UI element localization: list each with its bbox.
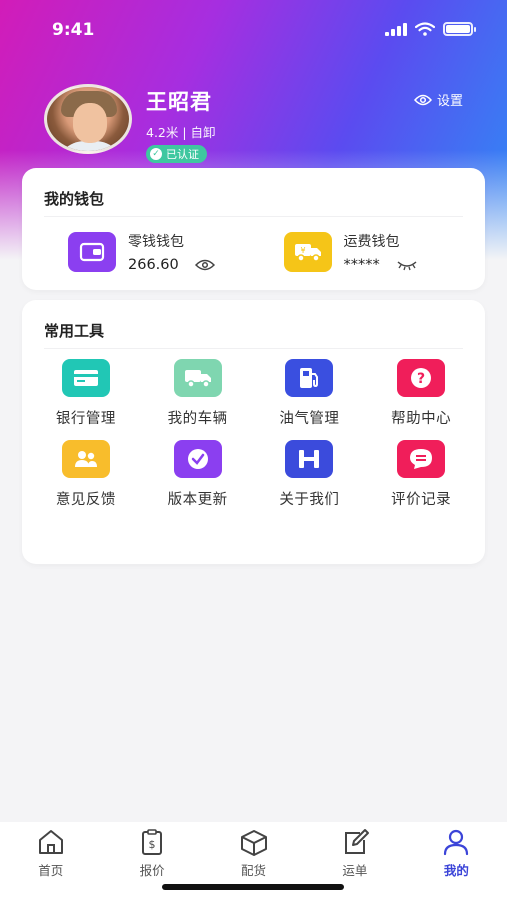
tool-label: 帮助中心 bbox=[391, 411, 452, 427]
svg-text:$: $ bbox=[149, 838, 156, 851]
truck-icon: ¥ bbox=[283, 232, 332, 272]
eye-icon[interactable] bbox=[194, 259, 215, 271]
wallet-card: 我的钱包 零钱钱包 266.60 ¥ 运费钱包 ***** bbox=[22, 168, 485, 290]
home-indicator[interactable] bbox=[162, 884, 344, 890]
svg-text:¥: ¥ bbox=[300, 246, 305, 255]
tool-label: 版本更新 bbox=[167, 492, 228, 508]
tool-label: 我的车辆 bbox=[167, 411, 228, 427]
check-icon: ✓ bbox=[150, 148, 162, 160]
signal-icon bbox=[385, 22, 407, 36]
edit-icon bbox=[344, 829, 369, 854]
home-icon bbox=[38, 830, 63, 854]
tool-help-center[interactable]: ? 帮助中心 bbox=[365, 359, 477, 428]
tool-about-us[interactable]: 关于我们 bbox=[254, 440, 366, 509]
about-icon bbox=[285, 440, 334, 478]
tab-label: 报价 bbox=[139, 863, 165, 878]
eye-closed-icon[interactable] bbox=[396, 259, 418, 271]
wallet-label: 运费钱包 bbox=[343, 234, 400, 250]
bank-card-icon bbox=[61, 359, 110, 397]
user-icon bbox=[444, 829, 469, 856]
quote-icon: $ bbox=[142, 829, 163, 855]
wallet-title: 我的钱包 bbox=[44, 190, 105, 208]
tools-title: 常用工具 bbox=[44, 322, 105, 340]
settings-button[interactable]: 设置 bbox=[413, 90, 463, 109]
user-name: 王昭君 bbox=[146, 90, 212, 114]
battery-icon bbox=[443, 22, 476, 36]
tool-review-records[interactable]: 评价记录 bbox=[365, 440, 477, 509]
tab-label: 首页 bbox=[38, 863, 64, 878]
tool-label: 评价记录 bbox=[391, 492, 452, 508]
settings-label: 设置 bbox=[436, 94, 463, 109]
tool-my-vehicles[interactable]: 我的车辆 bbox=[142, 359, 254, 428]
tool-label: 银行管理 bbox=[55, 411, 116, 427]
truck-icon bbox=[173, 359, 222, 397]
verified-label: 已认证 bbox=[166, 148, 199, 161]
eye-settings-icon bbox=[413, 94, 432, 105]
tab-label: 配货 bbox=[241, 863, 267, 878]
wallet-label: 零钱钱包 bbox=[128, 234, 184, 250]
help-icon: ? bbox=[397, 359, 446, 397]
verified-badge: ✓ 已认证 bbox=[146, 145, 207, 163]
update-check-icon bbox=[173, 440, 222, 478]
feedback-icon bbox=[61, 440, 110, 478]
wallet-item-freight[interactable]: ¥ 运费钱包 ***** bbox=[254, 231, 486, 273]
package-icon bbox=[240, 830, 267, 856]
tool-label: 关于我们 bbox=[279, 492, 340, 508]
wallet-icon bbox=[68, 232, 116, 272]
profile-header: 王昭君 4.2米 | 自卸 ✓ 已认证 bbox=[44, 84, 216, 163]
review-icon bbox=[397, 440, 446, 478]
status-bar: 9:41 bbox=[0, 0, 507, 60]
tool-feedback[interactable]: 意见反馈 bbox=[30, 440, 142, 509]
tool-label: 意见反馈 bbox=[55, 492, 116, 508]
status-time: 9:41 bbox=[52, 20, 95, 40]
fuel-pump-icon bbox=[285, 359, 334, 397]
tool-fuel-management[interactable]: 油气管理 bbox=[254, 359, 366, 428]
tools-card: 常用工具 银行管理 我的车辆 油气管理 ? 帮助中心 意见反馈 版本更新 关于我… bbox=[22, 300, 485, 564]
wallet-item-change[interactable]: 零钱钱包 266.60 bbox=[22, 231, 254, 273]
tab-label: 我的 bbox=[443, 863, 469, 878]
status-icons bbox=[385, 22, 476, 36]
tab-mine[interactable]: 我的 bbox=[406, 822, 507, 900]
user-vehicle-info: 4.2米 | 自卸 bbox=[146, 125, 216, 140]
avatar[interactable] bbox=[44, 84, 132, 154]
tab-home[interactable]: 首页 bbox=[0, 822, 101, 900]
tab-label: 运单 bbox=[342, 863, 368, 878]
tool-label: 油气管理 bbox=[279, 411, 340, 427]
svg-text:?: ? bbox=[417, 371, 425, 387]
tool-bank-management[interactable]: 银行管理 bbox=[30, 359, 142, 428]
wallet-balance: 266.60 bbox=[128, 257, 179, 273]
wifi-icon bbox=[415, 22, 435, 36]
wallet-balance-hidden: ***** bbox=[343, 257, 380, 273]
tool-version-update[interactable]: 版本更新 bbox=[142, 440, 254, 509]
